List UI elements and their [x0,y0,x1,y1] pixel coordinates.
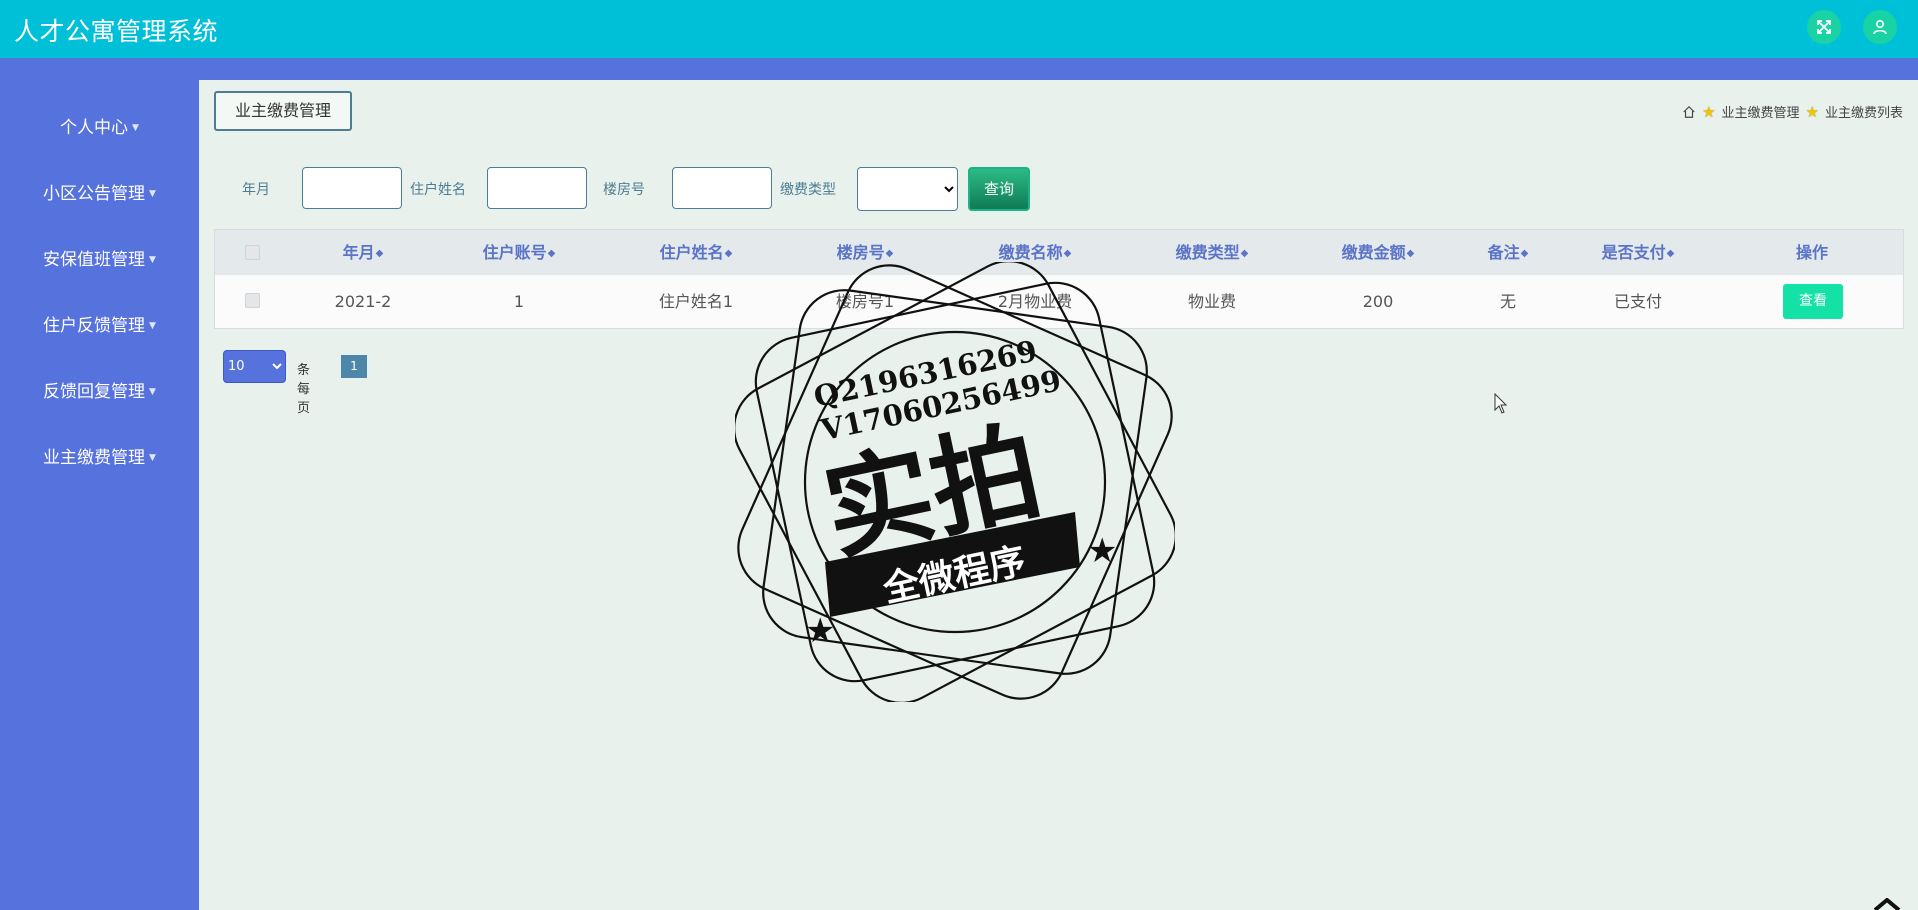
table-cell: 无 [1499,292,1517,311]
column-header-label: 备注 [1487,243,1520,262]
sort-icon: ◆ [1666,248,1675,259]
building-number-input[interactable] [672,167,772,209]
column-header-label: 年月 [342,243,375,262]
page-tab-button[interactable]: 业主缴费管理 [214,91,352,131]
column-header[interactable]: 缴费金额◆ [1342,230,1415,275]
table-cell: 住户姓名1 [658,292,734,311]
year-month-input[interactable] [302,167,402,209]
table-cell: 1 [513,292,525,311]
sort-icon: ◆ [1520,248,1529,259]
field-label: 住户姓名 [410,182,466,198]
field-label: 年月 [242,182,270,198]
caret-down-icon: ▼ [149,453,156,463]
user-icon[interactable] [1863,10,1897,44]
sidebar-item-label: 业主缴费管理 [43,448,146,468]
column-header-label: 住户姓名 [659,243,724,262]
column-header-label: 缴费金额 [1341,243,1406,262]
field-label: 缴费类型 [780,182,836,198]
sort-icon: ◆ [724,248,733,259]
column-header[interactable]: 住户账号◆ [483,230,556,275]
query-button[interactable]: 查询 [968,167,1030,211]
caret-down-icon: ▼ [149,387,156,397]
column-header: 操作 [1795,243,1829,262]
column-header[interactable]: 是否支付◆ [1602,230,1675,275]
column-header-label: 是否支付 [1601,243,1666,262]
page-size-select[interactable]: 10 [223,350,286,383]
home-icon[interactable] [1682,105,1696,119]
column-header[interactable]: 缴费类型◆ [1176,230,1249,275]
chevron-up-icon[interactable] [1872,898,1902,910]
page-number-button[interactable]: 1 [341,355,367,378]
sidebar-item-notices[interactable]: 小区公告管理 ▼ [0,174,199,214]
column-header[interactable]: 住户姓名◆ [660,230,733,275]
sort-icon: ◆ [547,248,556,259]
sidebar-item-payments[interactable]: 业主缴费管理 ▼ [0,438,199,478]
sidebar-item-security-duty[interactable]: 安保值班管理 ▼ [0,240,199,280]
sidebar-item-label: 住户反馈管理 [43,316,146,336]
sidebar-item-label: 小区公告管理 [43,184,146,204]
sort-icon: ◆ [1406,248,1415,259]
breadcrumb-item: 业主缴费列表 [1824,106,1903,121]
search-form: 年月 住户姓名 楼房号 缴费类型 查询 [214,167,1914,211]
select-all-checkbox[interactable] [245,245,260,260]
column-header-label: 缴费类型 [1175,243,1240,262]
fullscreen-icon[interactable] [1807,10,1841,44]
fee-type-select[interactable] [857,167,958,211]
top-bar: 人才公寓管理系统 [0,0,1918,58]
sidebar-item-feedback-reply[interactable]: 反馈回复管理 ▼ [0,372,199,412]
watermark-stamp: Q2196316269 V17060256499 实拍 全微程序 ★ ★ [735,262,1175,702]
app-title: 人才公寓管理系统 [14,17,219,46]
sort-icon: ◆ [885,248,894,259]
caret-down-icon: ▼ [132,123,139,133]
column-header-label: 缴费名称 [998,243,1063,262]
per-page-label: 条每页 [297,363,311,416]
column-header[interactable]: 备注◆ [1488,230,1529,275]
star-icon: ★ [1805,102,1819,121]
mouse-cursor-icon [1494,393,1508,414]
sidebar-item-label: 安保值班管理 [43,250,146,270]
table-cell: 已支付 [1613,292,1663,311]
star-icon: ★ [805,611,835,651]
table-cell: 200 [1362,292,1394,311]
column-header-label: 住户账号 [482,243,547,262]
sidebar: 个人中心 ▼ 小区公告管理 ▼ 安保值班管理 ▼ 住户反馈管理 ▼ 反馈回复管理 ▼ 业主… [0,80,199,910]
star-icon: ★ [1087,531,1117,571]
sidebar-item-label: 个人中心 [60,118,129,138]
breadcrumb-item[interactable]: 业主缴费管理 [1722,102,1800,121]
sort-icon: ◆ [375,248,384,259]
caret-down-icon: ▼ [149,189,156,199]
row-checkbox[interactable] [245,293,260,308]
breadcrumb: ★ 业主缴费管理 ★ 业主缴费列表 [1682,102,1903,121]
column-header-label: 楼房号 [836,243,885,262]
field-label: 楼房号 [603,182,645,198]
table-cell: 2021-2 [334,292,392,311]
sort-icon: ◆ [1240,248,1249,259]
star-icon: ★ [1702,102,1716,121]
caret-down-icon: ▼ [149,255,156,265]
resident-name-input[interactable] [487,167,587,209]
table-cell: 物业费 [1187,292,1237,311]
caret-down-icon: ▼ [149,321,156,331]
sidebar-item-profile[interactable]: 个人中心 ▼ [0,108,199,148]
view-button[interactable]: 查看 [1783,284,1843,319]
column-header[interactable]: 年月◆ [343,230,384,275]
sidebar-item-feedback[interactable]: 住户反馈管理 ▼ [0,306,199,346]
sidebar-item-label: 反馈回复管理 [43,382,146,402]
sort-icon: ◆ [1063,248,1072,259]
header-strip [0,58,1918,80]
